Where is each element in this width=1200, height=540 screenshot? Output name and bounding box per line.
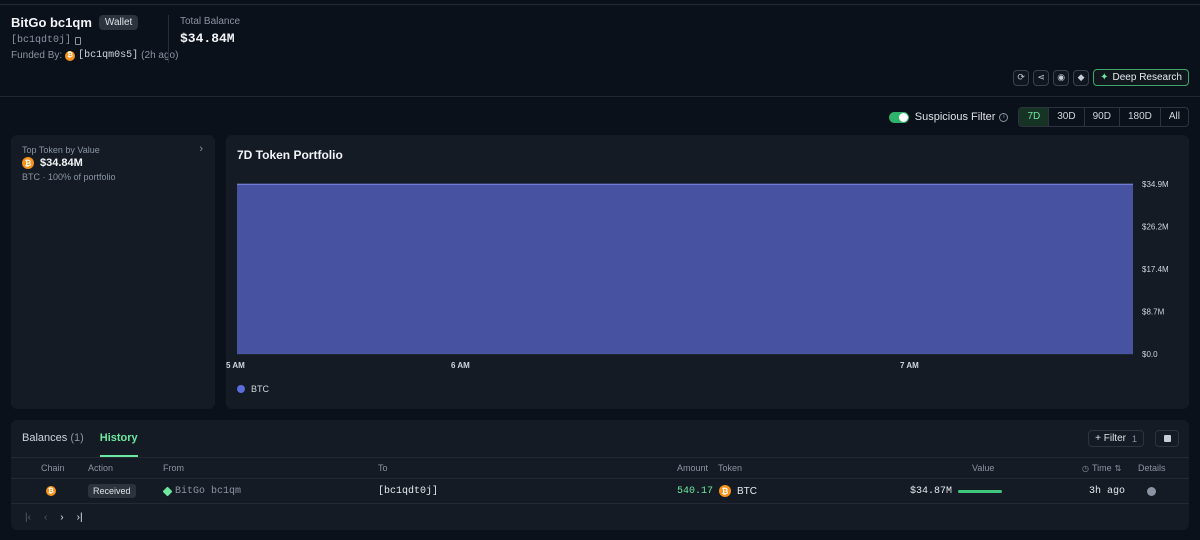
x-tick-label: 7 AM [900,361,919,370]
time-range-selector: 7D 30D 90D 180D All [1018,107,1189,127]
column-value: Value [972,463,995,473]
value-amount: $34.87M [910,485,953,497]
column-action: Action [88,463,114,473]
wallet-badge: Wallet [98,15,139,30]
refresh-icon[interactable]: ⟳ [1013,69,1030,86]
copy-icon[interactable] [75,36,82,45]
y-tick-label: $17.4M [1142,265,1169,274]
value-bar [958,489,1003,493]
y-tick-label: $26.2M [1142,223,1169,232]
total-balance: Total Balance $34.84M [180,16,240,46]
tab-balances[interactable]: Balances (1) [22,420,84,457]
table-row[interactable]: ₿ Received BitGo bc1qm [bc1qdt0j] 540.17… [11,479,1189,504]
prev-page-icon[interactable]: ‹ [44,512,47,523]
legend-label-btc: BTC [251,384,269,394]
area-series-btc [237,184,1133,354]
calendar-button[interactable] [1155,430,1179,447]
column-to: To [378,463,388,473]
share-icon[interactable]: ⋖ [1033,69,1050,86]
bitcoin-icon: ₿ [65,50,76,61]
chevron-right-icon[interactable]: › [199,143,203,155]
wallet-name: BitGo bc1qm [11,15,92,30]
column-chain: Chain [41,463,65,473]
amount-value: 540.17 [677,485,714,497]
column-amount: Amount [677,463,709,473]
y-tick-label: $34.9M [1142,180,1169,189]
divider [168,15,169,63]
tab-history[interactable]: History [99,420,138,457]
column-token: Token [718,463,743,473]
portfolio-chart-card: 7D Token Portfolio $0.0 $8.7M $17.4M $26.2M… [226,135,1189,409]
column-from: From [163,463,184,473]
watch-icon[interactable]: ◉ [1053,69,1070,86]
filter-count: 1 [1131,433,1137,444]
filter-button[interactable]: + Filter 1 [1088,430,1144,447]
pagination: |‹ ‹ › ›| [25,512,83,523]
wallet-address[interactable]: [bc1qdt0j] [11,35,71,46]
token-symbol: BTC [737,485,757,497]
bitcoin-icon: ₿ [46,486,56,496]
range-30d[interactable]: 30D [1048,108,1083,126]
clock-icon: ◷ [1082,463,1089,473]
y-tick-label: $8.7M [1142,308,1165,317]
chart-controls: Suspicious Filter i 7D 30D 90D 180D All [888,107,1189,127]
time-value: 3h ago [1089,485,1126,497]
table-tabs: Balances (1) History [22,420,138,457]
funded-by-label: Funded By: [11,50,63,61]
bitcoin-icon: ₿ [22,157,34,169]
column-time[interactable]: ◷ Time ⇅ [1082,458,1121,478]
funded-by: Funded By: ₿ [bc1qm0s5] (2h ago) [11,50,178,61]
top-token-sub: BTC · 100% of portfolio [22,172,116,182]
last-page-icon[interactable]: ›| [77,512,83,523]
suspicious-filter-label: Suspicious Filter [914,111,996,123]
total-balance-label: Total Balance [180,16,241,27]
first-page-icon[interactable]: |‹ [25,512,31,523]
total-balance-value: $34.84M [180,31,235,46]
funded-by-address[interactable]: [bc1qm0s5] [78,50,138,61]
bitcoin-icon: ₿ [719,485,731,497]
legend-swatch-btc [237,385,245,393]
info-icon[interactable]: i [999,112,1009,122]
top-token-card[interactable]: Top Token by Value › ₿ $34.84M BTC · 100… [11,135,215,409]
chart-legend: BTC [237,384,269,394]
deep-research-button[interactable]: ✦ Deep Research [1093,69,1189,86]
range-180d[interactable]: 180D [1118,108,1160,126]
funded-by-time: (2h ago) [141,50,179,61]
range-90d[interactable]: 90D [1083,108,1119,126]
top-token-label: Top Token by Value [22,145,100,155]
to-address[interactable]: [bc1qdt0j] [378,479,438,503]
suspicious-filter-toggle[interactable] [888,111,909,123]
range-all[interactable]: All [1159,108,1188,126]
from-address[interactable]: BitGo bc1qm [175,486,241,497]
wallet-header: BitGo bc1qm Wallet [bc1qdt0j] Funded By:… [0,5,1200,97]
x-tick-label: 6 AM [451,361,470,370]
holdings-table-card: Balances (1) History + Filter 1 Chain Ac… [11,420,1189,530]
range-7d[interactable]: 7D [1019,108,1049,126]
table-header: Chain Action From To Amount Token Value … [11,457,1189,479]
details-icon[interactable] [1147,486,1156,496]
wallet-info: BitGo bc1qm Wallet [bc1qdt0j] Funded By:… [11,15,178,61]
tag-icon[interactable]: ◆ [1073,69,1090,86]
x-tick-label: 5 AM [226,361,245,370]
calendar-icon [1163,435,1171,442]
sort-icon[interactable]: ⇅ [1115,464,1122,473]
portfolio-chart: $0.0 $8.7M $17.4M $26.2M $34.9M 5 AM 6 AM 7 AM [226,180,1169,370]
column-details: Details [1138,463,1166,473]
header-actions: ⟳ ⋖ ◉ ◆ ✦ Deep Research [1013,69,1189,86]
y-tick-label: $0.0 [1142,350,1158,359]
next-page-icon[interactable]: › [60,512,63,523]
sparkle-icon: ✦ [1100,72,1109,83]
action-badge: Received [88,484,136,498]
label-tag-icon [162,486,173,496]
top-token-value: $34.84M [40,157,83,169]
